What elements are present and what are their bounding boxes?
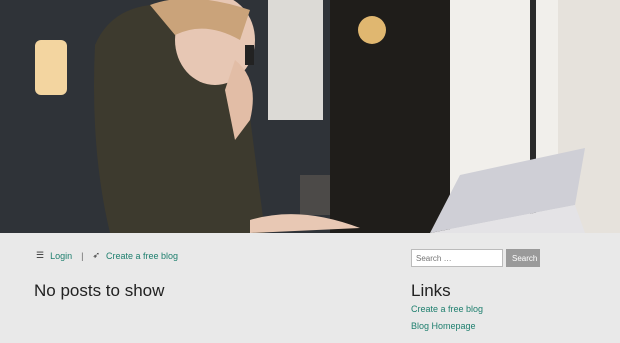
link-create-blog[interactable]: Create a free blog <box>411 304 483 314</box>
content-area: ☰ Login | ➶ Create a free blog No posts … <box>0 233 620 343</box>
links-title: Links <box>411 281 451 300</box>
list-item: Blog Homepage <box>411 321 483 338</box>
list-item: Create a free blog <box>411 304 483 321</box>
search-form: Search <box>411 249 540 267</box>
link-blog-homepage[interactable]: Blog Homepage <box>411 321 476 331</box>
meta-links: ☰ Login | ➶ Create a free blog <box>36 250 178 261</box>
hero-image <box>0 0 620 233</box>
separator: | <box>81 250 84 261</box>
search-button[interactable]: Search <box>506 249 540 267</box>
menu-icon: ☰ <box>36 250 45 260</box>
login-link[interactable]: Login <box>50 251 72 261</box>
search-input[interactable] <box>411 249 503 267</box>
create-blog-link[interactable]: Create a free blog <box>106 251 178 261</box>
page-title: No posts to show <box>34 281 165 300</box>
rocket-icon: ➶ <box>92 250 100 260</box>
links-list: Create a free blog Blog Homepage <box>411 304 483 338</box>
